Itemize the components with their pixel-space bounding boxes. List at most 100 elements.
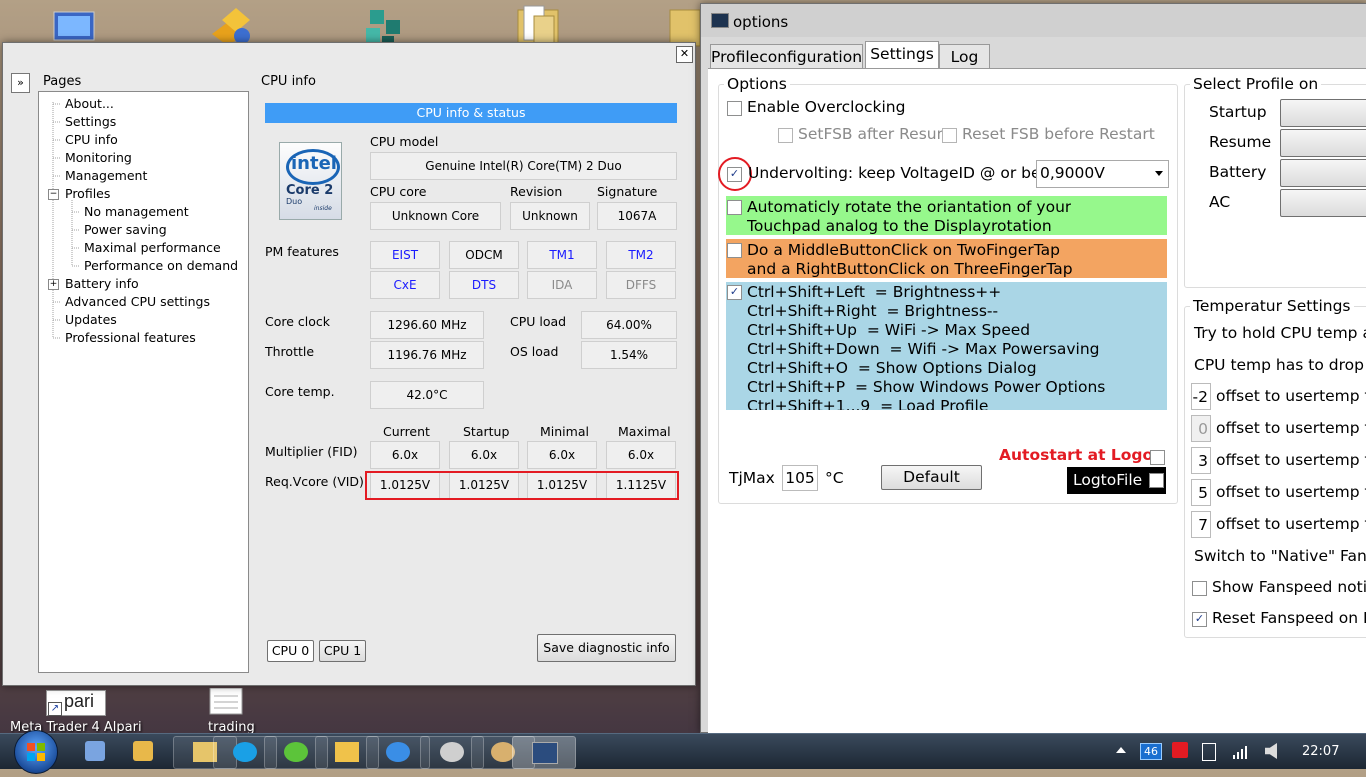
- start-button[interactable]: [14, 730, 58, 774]
- offset-input-4[interactable]: 5: [1191, 479, 1211, 506]
- shortcut-arrow-icon: ↗: [48, 702, 62, 716]
- trading-desktop-icon[interactable]: trading: [206, 687, 266, 735]
- battery-icon[interactable]: [1202, 743, 1216, 761]
- tree-item-no-management[interactable]: No management: [84, 204, 189, 219]
- hotkeys-checkbox[interactable]: ✓: [727, 285, 742, 300]
- battery-profile-select[interactable]: [1280, 159, 1366, 187]
- switch-native-label: Switch to "Native" Fanco: [1194, 547, 1366, 565]
- temp-settings-label: Temperatur Settings: [1190, 297, 1354, 315]
- cpu-load-value: 64.00%: [581, 311, 677, 339]
- select-profile-label: Select Profile on: [1190, 75, 1322, 93]
- revision-value: Unknown: [510, 202, 590, 230]
- default-button[interactable]: Default: [881, 465, 982, 490]
- save-diagnostic-button[interactable]: Save diagnostic info: [537, 634, 676, 662]
- voltage-value: 0,9000V: [1040, 164, 1105, 182]
- logtofile-panel: LogtoFile: [1067, 467, 1166, 494]
- offset-label-2: offset to usertemp f: [1216, 419, 1366, 437]
- rotate-checkbox[interactable]: [727, 200, 742, 215]
- cpu-load-label: CPU load: [510, 314, 567, 329]
- signature-value: 1067A: [597, 202, 677, 230]
- core-temp-label: Core temp.: [265, 384, 335, 399]
- set-fsb-label: SetFSB after Resum: [798, 125, 942, 143]
- throttle-label: Throttle: [265, 344, 315, 359]
- alpari-desktop-icon[interactable]: pari ↗ Meta Trader 4 Alpari: [10, 688, 142, 735]
- tab-settings[interactable]: Settings: [865, 41, 939, 69]
- tab-log[interactable]: Log: [939, 44, 990, 70]
- logtofile-label: LogtoFile: [1073, 471, 1143, 489]
- offset-input-5[interactable]: 7: [1191, 511, 1211, 538]
- signal-icon[interactable]: [1232, 744, 1248, 764]
- voltage-dropdown[interactable]: 0,9000V: [1036, 160, 1169, 188]
- pages-tree: − + About... Settings CPU info Monitorin…: [38, 91, 249, 673]
- tree-item-power-saving[interactable]: Power saving: [84, 222, 167, 237]
- profiles-collapse-toggle[interactable]: −: [48, 189, 59, 200]
- battery-info-expand-toggle[interactable]: +: [48, 279, 59, 290]
- cpu-info-banner: CPU info & status: [265, 103, 677, 123]
- cpu1-tab[interactable]: CPU 1: [319, 640, 366, 662]
- tab-profileconfiguration[interactable]: Profileconfiguration: [710, 44, 863, 70]
- offset-input-1[interactable]: -2: [1191, 383, 1211, 410]
- window-app-icon: [711, 13, 729, 28]
- hotkeys-label: Ctrl+Shift+Left = Brightness++ Ctrl+Shif…: [747, 283, 1106, 410]
- middle-click-checkbox[interactable]: [727, 243, 742, 258]
- taskbar-monitor-app[interactable]: [512, 736, 576, 769]
- monitor-icon: [532, 742, 558, 764]
- tree-item-maximal-performance[interactable]: Maximal performance: [84, 240, 221, 255]
- tree-item-monitoring[interactable]: Monitoring: [65, 150, 132, 165]
- close-icon[interactable]: ✕: [676, 46, 693, 63]
- intel-logo-tag: inside: [314, 205, 332, 212]
- tray-m-icon[interactable]: [1172, 742, 1188, 758]
- pm-feature-dts: DTS: [449, 271, 519, 299]
- show-fanspeed-checkbox[interactable]: [1192, 581, 1207, 596]
- pm-feature-tm2: TM2: [606, 241, 676, 269]
- tree-item-cpu-info[interactable]: CPU info: [65, 132, 118, 147]
- tree-item-about[interactable]: About...: [65, 96, 114, 111]
- offset-input-2[interactable]: 0: [1191, 415, 1211, 442]
- tree-item-professional-features[interactable]: Professional features: [65, 330, 196, 345]
- temp-hold-label: Try to hold CPU temp ar: [1194, 324, 1366, 342]
- tray-badge[interactable]: 46: [1140, 743, 1162, 760]
- intel-core2-logo: intel Core 2 Duo inside: [279, 142, 342, 220]
- pm-feature-odcm: ODCM: [449, 241, 519, 269]
- quicklaunch-explorer-icon[interactable]: [85, 741, 105, 761]
- reset-fanspeed-label: Reset Fanspeed on E: [1212, 609, 1366, 627]
- os-load-value: 1.54%: [581, 341, 677, 369]
- mail-icon: [335, 742, 359, 762]
- startup-profile-label: Startup: [1209, 103, 1267, 121]
- enable-overclocking-checkbox[interactable]: [727, 101, 742, 116]
- resume-profile-select[interactable]: [1280, 129, 1366, 157]
- tjmax-input[interactable]: 105: [782, 465, 818, 491]
- windows-logo-icon: [27, 743, 45, 761]
- ac-profile-select[interactable]: [1280, 189, 1366, 217]
- multiplier-current: 6.0x: [370, 441, 440, 469]
- logtofile-checkbox[interactable]: [1149, 473, 1164, 488]
- autostart-checkbox[interactable]: [1150, 450, 1165, 465]
- tray-overflow-icon[interactable]: [1116, 747, 1126, 753]
- cpu-core-label: CPU core: [370, 184, 427, 199]
- offset-input-3[interactable]: 3: [1191, 447, 1211, 474]
- startup-profile-select[interactable]: [1280, 99, 1366, 127]
- tree-item-management[interactable]: Management: [65, 168, 147, 183]
- middle-click-label: Do a MiddleButtonClick on TwoFingerTap a…: [747, 241, 1073, 278]
- reset-fanspeed-checkbox[interactable]: ✓: [1192, 612, 1207, 627]
- set-fsb-checkbox[interactable]: [778, 128, 793, 143]
- volume-icon[interactable]: [1265, 743, 1277, 759]
- cpu0-tab[interactable]: CPU 0: [267, 640, 314, 662]
- tree-item-settings[interactable]: Settings: [65, 114, 116, 129]
- expand-pages-button[interactable]: »: [11, 73, 30, 93]
- offset-label-4: offset to usertemp f: [1216, 483, 1366, 501]
- tree-item-battery-info[interactable]: Battery info: [65, 276, 139, 291]
- gear-icon: [440, 742, 464, 762]
- offset-label-1: offset to usertemp f: [1216, 387, 1366, 405]
- clock[interactable]: 22:07: [1302, 744, 1339, 759]
- cpu-model-value: Genuine Intel(R) Core(TM) 2 Duo: [370, 152, 677, 180]
- ac-profile-label: AC: [1209, 193, 1231, 211]
- tree-item-profiles[interactable]: Profiles: [65, 186, 110, 201]
- tree-item-performance-on-demand[interactable]: Performance on demand: [84, 258, 238, 273]
- tree-item-updates[interactable]: Updates: [65, 312, 117, 327]
- tjmax-label: TjMax: [729, 469, 775, 487]
- tree-item-advanced-cpu-settings[interactable]: Advanced CPU settings: [65, 294, 210, 309]
- quicklaunch-media-icon[interactable]: [133, 741, 153, 761]
- reset-fsb-checkbox[interactable]: [942, 128, 957, 143]
- pm-feature-ida: IDA: [527, 271, 597, 299]
